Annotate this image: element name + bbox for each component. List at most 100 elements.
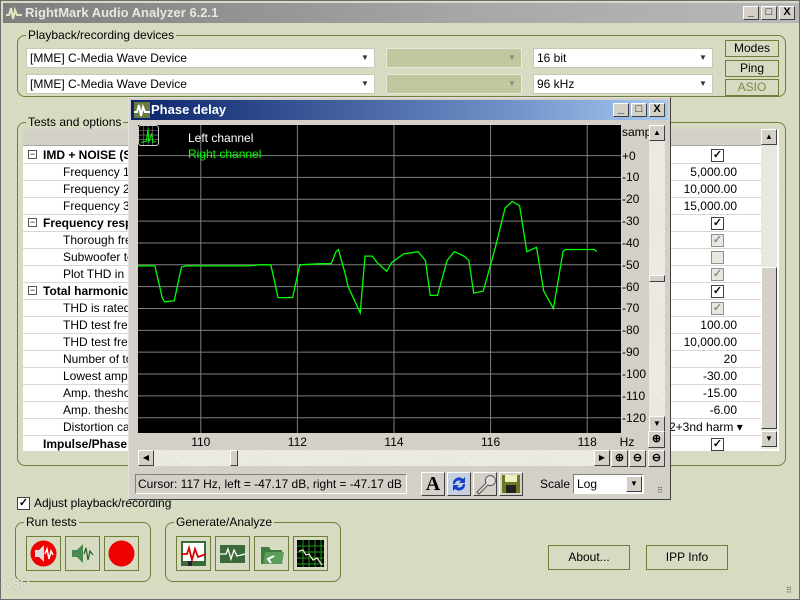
chevron-down-icon: ▼ [699,53,707,62]
resize-grip-icon[interactable]: ⠿ [786,586,796,596]
phase-window-title-bar[interactable]: Phase delay _ □ X [131,100,668,120]
y-tick-label: -100 [622,367,647,382]
font-button[interactable]: A [421,472,445,496]
y-tick-label: -40 [622,235,640,250]
y-tick-label: -110 [622,388,646,403]
legend-graph-icon[interactable] [138,125,159,146]
ipp-info-button[interactable]: IPP Info [646,545,728,570]
scroll-thumb[interactable] [761,267,777,429]
open-file-button[interactable] [254,536,289,571]
option-checkbox[interactable]: ✓ [711,234,724,247]
y-tick-label: -30 [622,214,640,229]
waveform-button[interactable] [215,536,250,571]
adjust-playback-checkbox[interactable]: ✓ [17,497,30,510]
phase-hscroll-thumb[interactable] [230,450,238,466]
phase-scroll-left-button[interactable]: ◀ [138,450,154,466]
app-logo-icon [6,6,22,20]
phase-minimize-button[interactable]: _ [613,103,629,117]
chevron-down-icon: ▼ [508,79,516,88]
option-dropdown[interactable]: 2+3nd harm ▾ [669,419,757,435]
analyze-button[interactable] [293,536,328,571]
record-button[interactable] [104,536,139,571]
phase-horizontal-scrollbar[interactable]: ◀ ▶ [138,450,610,466]
phase-chart [138,125,621,433]
asio-button[interactable]: ASIO [725,79,779,96]
x-axis-unit: Hz [619,435,635,449]
option-checkbox[interactable]: ✓ [711,268,724,281]
zoom-in-icon: ⊕ [614,452,625,464]
playback-channel-select[interactable]: ▼ [386,48,522,68]
x-tick-label: 116 [481,435,501,449]
save-button[interactable] [499,472,523,496]
phase-resize-grip-icon[interactable]: ⠿ [657,486,667,496]
x-tick-label: 114 [384,435,404,449]
phase-scroll-thumb[interactable] [649,275,665,282]
generate-save-button[interactable] [176,536,211,571]
tree-row-label: Total harmonic [43,284,129,298]
x-tick-label: 110 [191,435,211,449]
record-icon [108,540,135,567]
option-checkbox[interactable]: ✓ [711,149,724,162]
option-checkbox[interactable]: ✓ [711,302,724,315]
collapse-icon[interactable]: − [28,286,37,295]
ping-button[interactable]: Ping [725,60,779,77]
zoom-out-icon: ⊖ [651,452,662,464]
minimize-button[interactable]: _ [743,6,759,20]
phase-delay-window: Phase delay _ □ X Left channel Right cha… [128,97,671,500]
zoom-in-y-button[interactable]: ⊕ [648,431,665,448]
zoom-out-x-button[interactable]: ⊖ [629,450,646,467]
phase-vertical-scrollbar[interactable]: ▲ ▼ [649,125,665,433]
scroll-up-button[interactable]: ▲ [761,129,777,145]
tree-row-label: Frequency 2, [63,182,134,196]
recording-channel-select[interactable]: ▼ [386,74,522,94]
scale-label: Scale [540,477,571,491]
corner-label: NSO [2,576,31,591]
maximize-button[interactable]: □ [761,6,777,20]
phase-scroll-up-button[interactable]: ▲ [649,125,665,141]
phase-close-button[interactable]: X [649,103,665,117]
legend-left-channel: Left channel [188,131,254,145]
chevron-down-icon: ▼ [626,476,642,492]
option-checkbox[interactable] [711,251,724,264]
option-checkbox[interactable]: ✓ [711,217,724,230]
x-tick-label: 112 [287,435,307,449]
recording-device-select[interactable]: [MME] C-Media Wave Device ▼ [26,74,375,94]
phase-scroll-down-button[interactable]: ▼ [649,416,665,432]
font-icon: A [425,473,441,495]
y-tick-label: -70 [622,301,640,316]
tests-group-label: Tests and options [26,115,124,129]
scroll-down-button[interactable]: ▼ [761,431,777,447]
refresh-button[interactable] [447,472,471,496]
modes-button[interactable]: Modes [725,40,779,57]
option-checkbox[interactable]: ✓ [711,285,724,298]
zoom-in-x-button[interactable]: ⊕ [611,450,628,467]
collapse-icon[interactable]: − [28,218,37,227]
run-sound-test-button[interactable] [65,536,100,571]
phase-window-title: Phase delay [151,102,227,117]
playback-device-select[interactable]: [MME] C-Media Wave Device ▼ [26,48,375,68]
legend-right-channel: Right channel [188,147,262,161]
sample-rate-select[interactable]: 96 kHz ▼ [533,74,713,94]
option-checkbox[interactable]: ✓ [711,438,724,451]
generate-save-icon [181,541,207,566]
y-tick-label: -90 [622,345,640,360]
phase-plot-area[interactable]: Left channel Right channel [138,125,621,433]
chevron-down-icon: ▼ [361,53,369,62]
wrench-icon [476,475,496,495]
tree-row-label: Thorough frec [63,233,138,247]
x-tick-label: 118 [577,435,597,449]
tree-row-label: Impulse/Phase [43,437,128,451]
scale-select[interactable]: Log ▼ [573,474,644,494]
phase-maximize-button[interactable]: □ [631,103,647,117]
about-button[interactable]: About... [548,545,630,570]
speaker-play-icon [30,540,57,567]
run-playback-test-button[interactable] [26,536,61,571]
settings-button[interactable] [473,472,497,496]
bit-depth-select[interactable]: 16 bit ▼ [533,48,713,68]
zoom-out-y-button[interactable]: ⊖ [648,450,665,467]
close-button[interactable]: X [779,6,795,20]
phase-scroll-right-button[interactable]: ▶ [594,450,610,466]
collapse-icon[interactable]: − [28,150,37,159]
title-bar[interactable]: RightMark Audio Analyzer 6.2.1 _ □ X [3,3,799,23]
tests-vertical-scrollbar[interactable]: ▲ ▼ [761,129,777,449]
